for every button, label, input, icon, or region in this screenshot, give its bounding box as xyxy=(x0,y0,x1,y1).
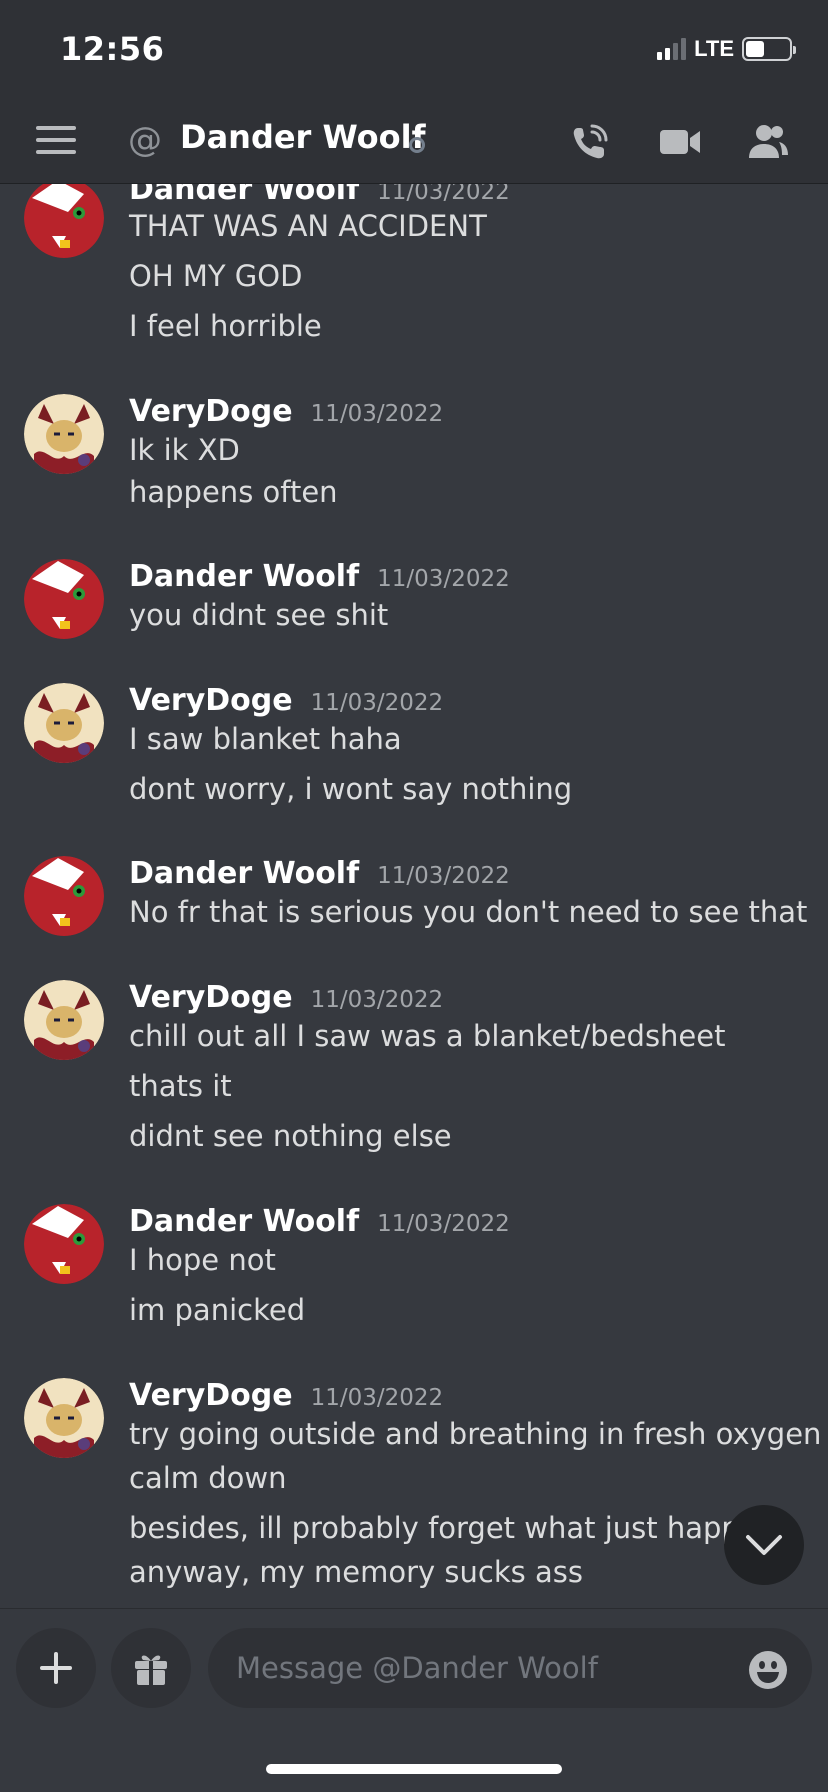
doge-avatar[interactable] xyxy=(24,1378,104,1458)
message-author[interactable]: Dander Woolf xyxy=(129,559,359,594)
doge-avatar[interactable] xyxy=(24,394,104,474)
channel-header: @ Dander Woolf xyxy=(0,100,828,184)
message-text: I hope not xyxy=(129,1243,276,1277)
message-text: dont worry, i wont say nothing xyxy=(129,772,573,806)
message-author[interactable]: VeryDoge xyxy=(129,980,293,1015)
red-fox-avatar[interactable] xyxy=(24,184,104,258)
message-author[interactable]: VeryDoge xyxy=(129,683,293,718)
add-attachment-button[interactable] xyxy=(16,1628,96,1708)
video-icon[interactable] xyxy=(658,120,702,164)
gift-icon xyxy=(135,1655,167,1685)
message-text: chill out all I saw was a blanket/bedshe… xyxy=(129,1019,726,1053)
message-timestamp: 11/03/2022 xyxy=(377,184,510,205)
message-text: calm down xyxy=(129,1461,287,1495)
message-author[interactable]: Dander Woolf xyxy=(129,1204,359,1239)
message-text: THAT WAS AN ACCIDENT xyxy=(129,209,487,243)
message-timestamp: 11/03/2022 xyxy=(310,401,444,427)
red-fox-avatar[interactable] xyxy=(24,559,104,639)
message-text: I feel horrible xyxy=(129,309,322,343)
red-fox-avatar[interactable] xyxy=(24,1204,104,1284)
message-timestamp: 11/03/2022 xyxy=(310,690,444,716)
members-icon[interactable] xyxy=(746,120,790,164)
message-input[interactable] xyxy=(208,1628,812,1708)
at-icon: @ xyxy=(128,120,162,160)
call-icon[interactable] xyxy=(568,120,612,164)
plus-icon xyxy=(40,1652,72,1684)
message-author[interactable]: VeryDoge xyxy=(129,394,293,429)
network-label: LTE xyxy=(694,36,734,61)
offline-status-icon xyxy=(409,137,425,153)
battery-icon xyxy=(742,37,796,61)
emoji-icon[interactable] xyxy=(748,1650,788,1690)
home-indicator[interactable] xyxy=(266,1764,562,1774)
status-indicators: LTE xyxy=(657,36,796,62)
chevron-down-icon xyxy=(746,1535,782,1555)
message-list[interactable]: Dander Woolf 11/03/2022 THAT WAS AN ACCI… xyxy=(0,184,828,1608)
message-text: happens often xyxy=(129,475,338,509)
status-time: 12:56 xyxy=(60,30,165,68)
message-timestamp: 11/03/2022 xyxy=(310,1385,444,1411)
message-timestamp: 11/03/2022 xyxy=(377,1211,510,1237)
doge-avatar[interactable] xyxy=(24,980,104,1060)
message-text: OH MY GOD xyxy=(129,259,303,293)
message-text: didnt see nothing else xyxy=(129,1119,452,1153)
message-text: you didnt see shit xyxy=(129,598,389,632)
message-text: No fr that is serious you don't need to … xyxy=(129,895,808,929)
message-text: im panicked xyxy=(129,1293,306,1327)
top-bar: 12:56 LTE @ Dander Woolf xyxy=(0,0,828,184)
message-author[interactable]: Dander Woolf xyxy=(129,856,359,891)
message-timestamp: 11/03/2022 xyxy=(377,566,510,592)
message-text: thats it xyxy=(129,1069,232,1103)
message-text: besides, ill probably forget what just h… xyxy=(129,1511,794,1545)
signal-icon xyxy=(657,38,687,60)
message-author[interactable]: Dander Woolf xyxy=(129,184,359,207)
message-text: I saw blanket haha xyxy=(129,722,402,756)
message-text: anyway, my memory sucks ass xyxy=(129,1555,583,1589)
menu-icon[interactable] xyxy=(36,126,76,156)
message-composer xyxy=(0,1608,828,1792)
jump-to-bottom-button[interactable] xyxy=(724,1505,804,1585)
red-fox-avatar[interactable] xyxy=(24,856,104,936)
message-author[interactable]: VeryDoge xyxy=(129,1378,293,1413)
message-text: Ik ik XD xyxy=(129,433,240,467)
message-timestamp: 11/03/2022 xyxy=(377,863,510,889)
message-timestamp: 11/03/2022 xyxy=(310,987,444,1013)
message-text: try going outside and breathing in fresh… xyxy=(129,1417,828,1451)
gift-button[interactable] xyxy=(111,1628,191,1708)
page-title[interactable]: Dander Woolf xyxy=(180,118,425,156)
doge-avatar[interactable] xyxy=(24,683,104,763)
